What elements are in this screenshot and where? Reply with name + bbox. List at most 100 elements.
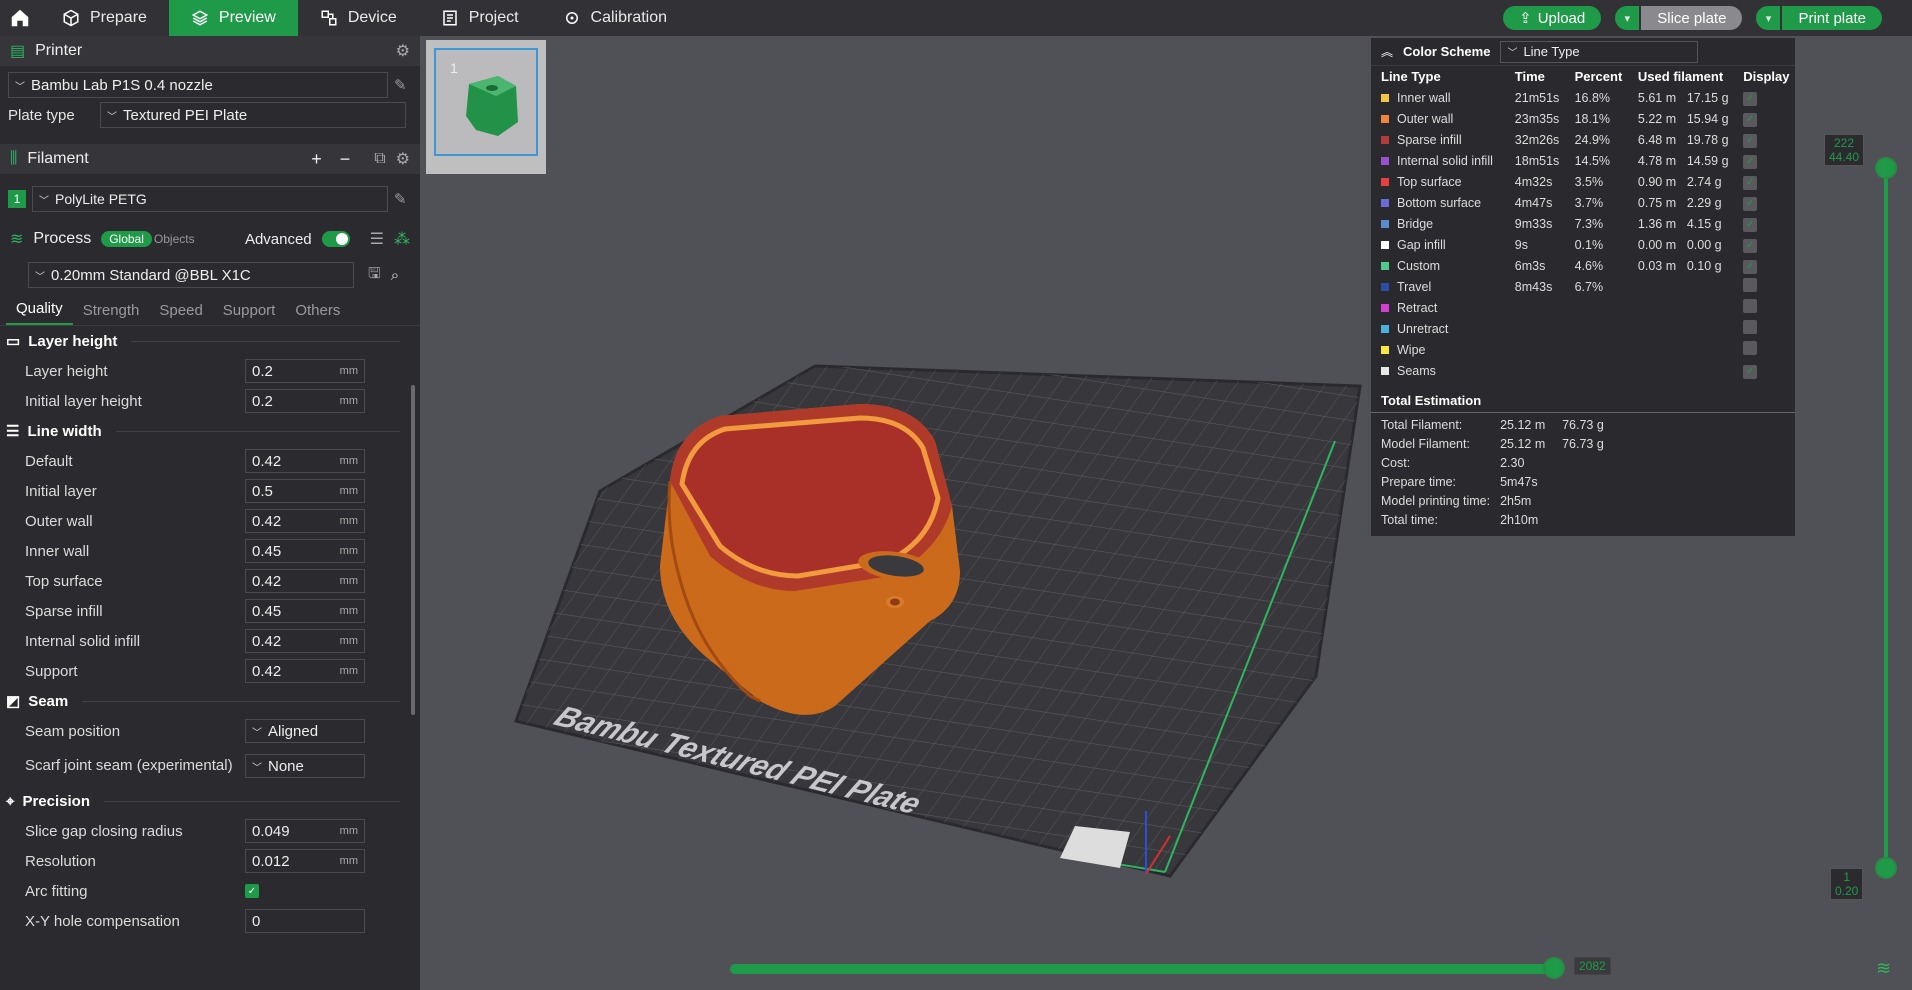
tab-support[interactable]: Support bbox=[213, 302, 286, 325]
collapse-icon[interactable]: ︽ bbox=[1381, 43, 1393, 60]
tab-others[interactable]: Others bbox=[285, 302, 350, 325]
display-checkbox[interactable]: ✓ bbox=[1743, 259, 1758, 274]
color-swatch bbox=[1381, 156, 1389, 165]
plate-type-value: Textured PEI Plate bbox=[123, 106, 248, 124]
scarf-seam-select[interactable]: ﹀ None bbox=[245, 754, 365, 778]
slice-plate-button[interactable]: Slice plate bbox=[1641, 6, 1743, 30]
plate-thumbnail[interactable]: 1 bbox=[434, 48, 538, 156]
seam-position-select[interactable]: ﹀ Aligned bbox=[245, 719, 365, 743]
color-scheme-select[interactable]: ﹀ Line Type bbox=[1500, 40, 1699, 63]
slice-dropdown-button[interactable]: ▾ bbox=[1615, 6, 1640, 30]
lw-top-input[interactable]: 0.42 mm bbox=[245, 569, 365, 593]
display-checkbox[interactable]: ✓ bbox=[1743, 91, 1758, 106]
display-checkbox[interactable]: ✓ bbox=[1743, 217, 1758, 232]
move-slider[interactable] bbox=[730, 964, 1558, 974]
lw-default-input[interactable]: 0.42 mm bbox=[245, 449, 365, 473]
length-cell bbox=[1628, 360, 1681, 381]
param-value: 0.2 bbox=[252, 392, 273, 410]
advanced-toggle[interactable] bbox=[321, 231, 350, 247]
param-unit: mm bbox=[339, 395, 358, 407]
arc-fitting-checkbox[interactable]: ✓ bbox=[245, 884, 259, 898]
tab-quality[interactable]: Quality bbox=[6, 300, 73, 325]
layer-height-input[interactable]: 0.2 mm bbox=[245, 359, 365, 383]
color-swatch bbox=[1381, 345, 1389, 354]
layer-slider-bottom-handle[interactable] bbox=[1875, 857, 1897, 879]
display-checkbox[interactable]: ✓ bbox=[1743, 238, 1758, 253]
display-checkbox[interactable]: ✓ bbox=[1743, 154, 1758, 169]
upload-button[interactable]: ⇪ Upload bbox=[1503, 6, 1602, 30]
list-icon[interactable]: ☰ bbox=[370, 229, 384, 249]
display-checkbox[interactable] bbox=[1743, 278, 1758, 292]
tab-project[interactable]: Project bbox=[419, 0, 541, 36]
lw-support-input[interactable]: 0.42 mm bbox=[245, 659, 365, 683]
display-checkbox[interactable]: ✓ bbox=[1743, 112, 1758, 127]
length-cell bbox=[1628, 339, 1681, 360]
lw-internal-input[interactable]: 0.42 mm bbox=[245, 629, 365, 653]
gear-icon[interactable]: ⚙ bbox=[396, 149, 410, 169]
filament-slot[interactable]: 1 bbox=[8, 190, 26, 208]
move-slider-handle[interactable] bbox=[1543, 957, 1565, 979]
line-type-name: Gap infill bbox=[1397, 237, 1446, 252]
param-label: Internal solid infill bbox=[25, 632, 141, 650]
display-checkbox[interactable] bbox=[1743, 320, 1758, 334]
slice-gap-input[interactable]: 0.049 mm bbox=[245, 819, 365, 843]
display-checkbox[interactable] bbox=[1743, 299, 1758, 313]
layers-toggle-icon[interactable]: ≋ bbox=[1876, 958, 1891, 979]
total-estimation-table: Total Filament: 25.12 m 76.73 g Model Filam… bbox=[1371, 415, 1795, 529]
sync-icon[interactable]: ⧉ bbox=[374, 150, 385, 168]
initial-layer-height-input[interactable]: 0.2 mm bbox=[245, 389, 365, 413]
group-title: Line width bbox=[27, 422, 102, 440]
process-profile-select[interactable]: ﹀ 0.20mm Standard @BBL X1C bbox=[28, 262, 354, 288]
remove-icon[interactable]: − bbox=[340, 149, 351, 170]
lw-inner-input[interactable]: 0.45 mm bbox=[245, 539, 365, 563]
display-checkbox[interactable] bbox=[1743, 341, 1758, 355]
advanced-label: Advanced bbox=[244, 230, 312, 248]
plate-type-select[interactable]: ﹀ Textured PEI Plate bbox=[100, 102, 406, 128]
table-header: Line Type Time Percent Used filament Dis… bbox=[1371, 66, 1795, 87]
gear-icon[interactable]: ⚙ bbox=[396, 41, 410, 61]
home-button[interactable] bbox=[0, 0, 40, 36]
param-lw-sparse: Sparse infill 0.45 mm bbox=[0, 596, 420, 626]
lw-sparse-input[interactable]: 0.45 mm bbox=[245, 599, 365, 623]
objects-toggle[interactable]: Objects bbox=[154, 232, 195, 246]
layer-slider-top-handle[interactable] bbox=[1875, 157, 1897, 179]
param-value: 0.42 bbox=[252, 662, 282, 680]
line-type-cell: Seams bbox=[1371, 360, 1505, 381]
tab-label: Preview bbox=[218, 9, 276, 26]
tab-speed[interactable]: Speed bbox=[149, 302, 212, 325]
display-cell bbox=[1733, 276, 1795, 297]
print-dropdown-button[interactable]: ▾ bbox=[1756, 6, 1781, 30]
param-label: Inner wall bbox=[25, 542, 90, 560]
tab-preview[interactable]: Preview bbox=[168, 0, 298, 36]
tab-prepare[interactable]: Prepare bbox=[40, 0, 169, 36]
top-layer-height: 44.40 bbox=[1829, 150, 1860, 164]
search-icon[interactable]: ⌕ bbox=[391, 267, 399, 284]
lw-outer-input[interactable]: 0.42 mm bbox=[245, 509, 365, 533]
filament-select[interactable]: ﹀ PolyLite PETG bbox=[32, 186, 388, 212]
layer-slider[interactable] bbox=[1884, 168, 1888, 868]
add-icon[interactable]: + bbox=[311, 149, 322, 170]
edit-icon[interactable]: ✎ bbox=[394, 76, 407, 94]
print-plate-button[interactable]: Print plate bbox=[1782, 6, 1882, 30]
save-icon[interactable]: 🖫 bbox=[368, 263, 381, 288]
length-cell: 5.61 m bbox=[1637, 90, 1677, 105]
param-value: 0.012 bbox=[252, 852, 290, 870]
display-checkbox[interactable]: ✓ bbox=[1743, 364, 1758, 379]
lw-initial-input[interactable]: 0.5 mm bbox=[245, 479, 365, 503]
display-checkbox[interactable]: ✓ bbox=[1743, 133, 1758, 148]
global-toggle[interactable]: Global bbox=[101, 231, 152, 247]
line-type-name: Sparse infill bbox=[1397, 132, 1462, 147]
xy-hole-input[interactable]: 0 bbox=[245, 909, 365, 933]
tab-device[interactable]: Device bbox=[298, 0, 419, 36]
resolution-input[interactable]: 0.012 mm bbox=[245, 849, 365, 873]
compare-icon[interactable]: ⁂ bbox=[394, 229, 410, 249]
tab-calibration[interactable]: Calibration bbox=[541, 0, 689, 36]
tab-strength[interactable]: Strength bbox=[73, 302, 150, 325]
display-checkbox[interactable]: ✓ bbox=[1743, 175, 1758, 190]
edit-icon[interactable]: ✎ bbox=[394, 190, 407, 208]
display-checkbox[interactable]: ✓ bbox=[1743, 196, 1758, 211]
printer-select[interactable]: ﹀ Bambu Lab P1S 0.4 nozzle bbox=[8, 72, 388, 98]
param-label: Arc fitting bbox=[25, 882, 88, 900]
settings-scrollbar[interactable] bbox=[411, 385, 415, 715]
tab-label: Prepare bbox=[90, 9, 147, 26]
